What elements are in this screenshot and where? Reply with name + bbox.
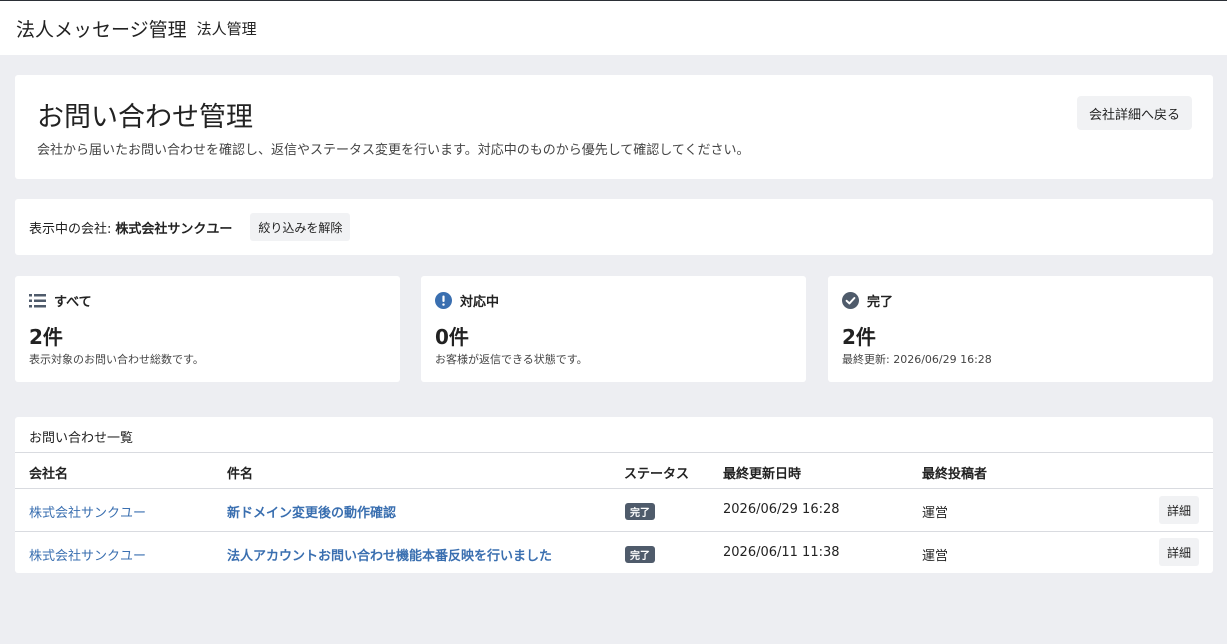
stat-label-open: 対応中: [460, 295, 500, 310]
page-title: お問い合わせ管理: [37, 102, 253, 133]
list-icon: [29, 292, 46, 309]
page-description: 会社から届いたお問い合わせを確認し、返信やステータス変更を行います。対応中のもの…: [37, 143, 750, 158]
stat-card-done[interactable]: 完了 2件 最終更新: 2026/06/29 16:28: [828, 276, 1213, 382]
row-updated: 2026/06/29 16:28: [723, 502, 840, 517]
stat-count-open: 0件: [435, 325, 469, 349]
divider: [15, 452, 1213, 453]
exclamation-circle-icon: [435, 292, 452, 309]
filter-label: 表示中の会社:: [29, 221, 112, 237]
row-subject-link[interactable]: 新ドメイン変更後の動作確認: [227, 502, 396, 521]
divider: [15, 488, 1213, 489]
filter-company: 株式会社サンクユー: [115, 221, 233, 237]
stat-count-all: 2件: [29, 325, 63, 349]
stat-card-open[interactable]: 対応中 0件 お客様が返信できる状態です。: [421, 276, 806, 382]
list-title: お問い合わせ一覧: [29, 431, 134, 446]
page-header-card: お問い合わせ管理 会社から届いたお問い合わせを確認し、返信やステータス変更を行い…: [15, 75, 1213, 179]
stat-label-all: すべて: [54, 295, 92, 310]
top-bar: 法人メッセージ管理 法人管理: [0, 0, 1227, 55]
status-badge: 完了: [625, 503, 655, 520]
stat-note-open: お客様が返信できる状態です。: [435, 353, 588, 366]
inquiry-list-card: お問い合わせ一覧 会社名 件名 ステータス 最終更新日時 最終投稿者 株式会社サ…: [15, 417, 1213, 573]
row-company-link[interactable]: 株式会社サンクユー: [29, 502, 146, 521]
stat-card-all[interactable]: すべて 2件 表示対象のお問い合わせ総数です。: [15, 276, 400, 382]
row-poster: 運営: [922, 549, 949, 564]
column-header-status: ステータス: [624, 467, 690, 482]
clear-filter-button[interactable]: 絞り込みを解除: [250, 213, 351, 241]
column-header-poster: 最終投稿者: [922, 467, 988, 482]
row-poster: 運営: [922, 506, 949, 521]
row-subject-link[interactable]: 法人アカウントお問い合わせ機能本番反映を行いました: [227, 545, 552, 564]
row-updated: 2026/06/11 11:38: [723, 545, 840, 560]
divider: [15, 531, 1213, 532]
check-circle-icon: [842, 292, 859, 309]
filter-card: 表示中の会社: 株式会社サンクユー 絞り込みを解除: [15, 199, 1213, 255]
status-badge: 完了: [625, 546, 655, 563]
column-header-company: 会社名: [29, 467, 69, 482]
back-to-company-button[interactable]: 会社詳細へ戻る: [1076, 96, 1192, 130]
row-company-link[interactable]: 株式会社サンクユー: [29, 545, 146, 564]
column-header-updated: 最終更新日時: [723, 467, 802, 482]
app-subtitle: 法人管理: [196, 19, 257, 38]
detail-button[interactable]: 詳細: [1158, 538, 1199, 566]
stat-count-done: 2件: [842, 325, 876, 349]
column-header-subject: 件名: [227, 467, 254, 482]
detail-button[interactable]: 詳細: [1158, 496, 1199, 524]
stat-note-all: 表示対象のお問い合わせ総数です。: [29, 353, 204, 366]
app-title: 法人メッセージ管理: [16, 18, 187, 41]
stat-label-done: 完了: [867, 295, 894, 310]
stat-note-done: 最終更新: 2026/06/29 16:28: [842, 353, 992, 366]
